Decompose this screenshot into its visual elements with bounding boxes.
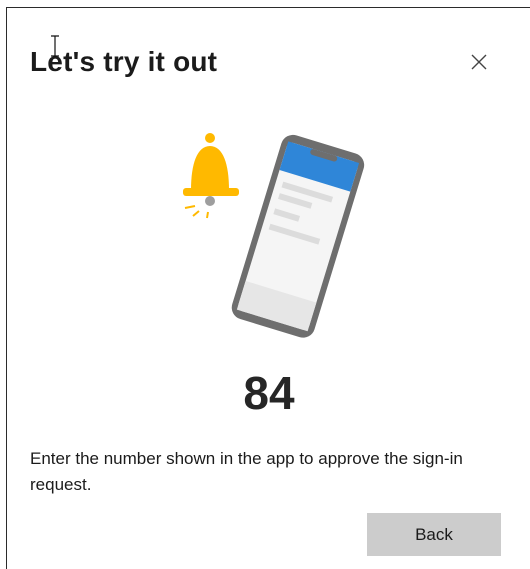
app-notification-illustration <box>175 130 365 342</box>
sign-in-dialog: Let's try it out 84 Enter the number sho… <box>6 7 530 569</box>
close-icon <box>471 54 487 70</box>
phone-icon <box>231 134 365 338</box>
instruction-text: Enter the number shown in the app to app… <box>30 449 463 494</box>
back-button[interactable]: Back <box>367 513 501 556</box>
text-cursor-icon <box>49 34 61 58</box>
notification-bell-icon <box>183 133 239 219</box>
close-button[interactable] <box>467 50 491 74</box>
approval-number: 84 <box>243 367 295 419</box>
